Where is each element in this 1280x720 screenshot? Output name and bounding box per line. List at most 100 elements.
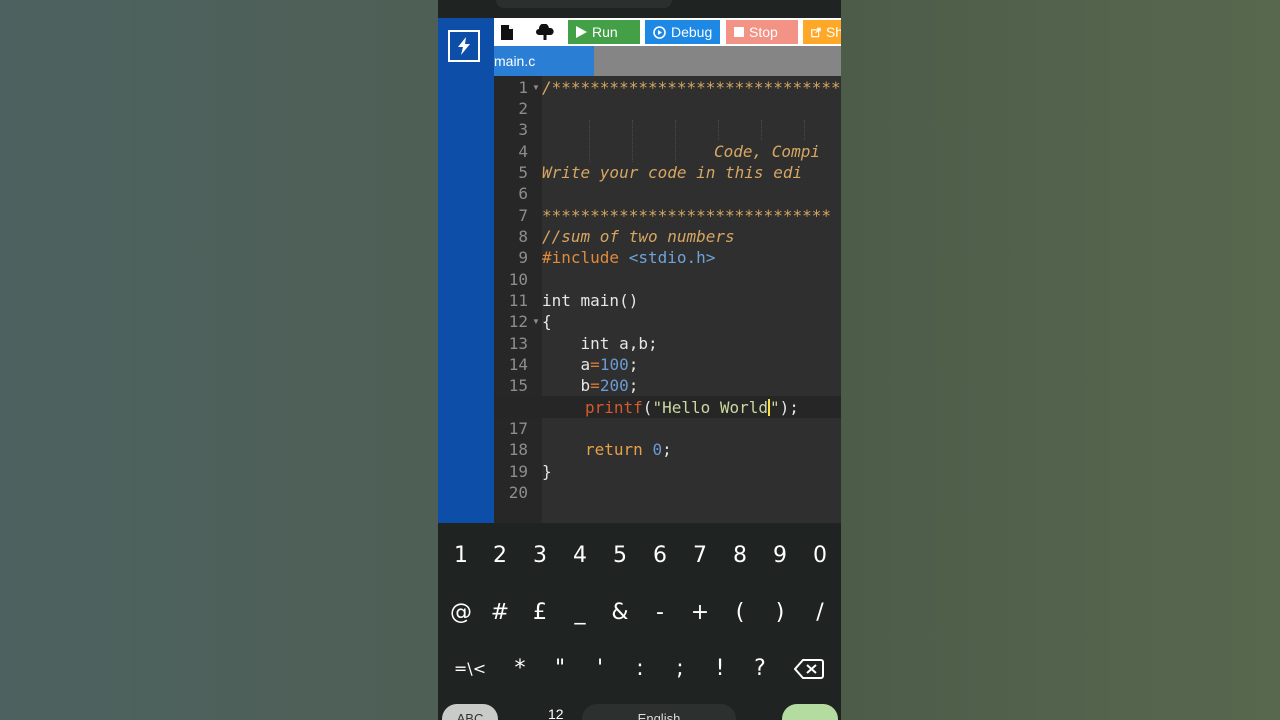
fold-arrow-icon[interactable]: ▼ (532, 83, 540, 92)
key[interactable]: 0 (801, 539, 839, 573)
debug-button[interactable]: Debug (645, 20, 720, 44)
function-token: printf (585, 398, 643, 417)
key[interactable]: / (801, 596, 839, 630)
key[interactable]: 8 (721, 539, 759, 573)
key[interactable]: 1 (442, 539, 480, 573)
line-number-gutter: 1 ▼ 2 3 4 5 6 7 8 9 10 11 12 ▼ 13 14 15 … (494, 76, 542, 523)
line-number: 3 (518, 120, 528, 139)
line-number: 20 (508, 483, 528, 502)
line-number: 15 (508, 376, 528, 395)
key[interactable]: _ (561, 596, 599, 630)
background-left (0, 0, 438, 720)
punct-token: ; (628, 355, 639, 374)
number-token: 100 (599, 355, 629, 374)
upload-icon[interactable] (532, 21, 558, 43)
space-key[interactable]: English (582, 704, 736, 720)
keyword-token: return (585, 440, 643, 459)
punct-token: ( (642, 398, 653, 417)
share-icon (811, 27, 821, 37)
code-area[interactable]: /****************************** Code, Co… (542, 76, 841, 523)
key[interactable]: 7 (681, 539, 719, 573)
line-number: 19 (508, 462, 528, 481)
debug-play-circle-icon (653, 25, 666, 39)
key[interactable]: ! (701, 652, 739, 686)
code-line: } (542, 462, 552, 481)
code-line: Code, Compi (714, 142, 820, 161)
code-line: Write your code in this edi (542, 163, 803, 182)
indent-guide (675, 120, 676, 162)
indent-guide (804, 120, 805, 140)
run-label: Run (592, 24, 618, 40)
line-number: 12 (508, 312, 528, 331)
key[interactable]: @ (442, 596, 480, 630)
code-line-active: printf("Hello World "); (585, 397, 799, 418)
key[interactable]: ; (661, 652, 699, 686)
line-number: 7 (518, 206, 528, 225)
identifier-token: a (542, 355, 591, 374)
toolbar: Run Debug Stop Sh (494, 18, 841, 46)
indent-guide (632, 120, 633, 162)
left-rail (438, 18, 494, 523)
code-line: int main() (542, 291, 639, 310)
punct-token: ; (662, 440, 672, 459)
key[interactable]: 5 (601, 539, 639, 573)
line-number: 14 (508, 355, 528, 374)
code-line: { (542, 312, 552, 331)
key[interactable]: + (681, 596, 719, 630)
run-button[interactable]: Run (568, 20, 640, 44)
abc-key-label: ABC (456, 711, 484, 720)
key[interactable]: 4 (561, 539, 599, 573)
key[interactable]: ( (721, 596, 759, 630)
key[interactable]: & (601, 596, 639, 630)
key[interactable]: - (641, 596, 679, 630)
code-line: b=200; (542, 375, 639, 396)
key[interactable]: 3 (521, 539, 559, 573)
numpad-key[interactable]: 12 (548, 706, 564, 720)
stop-label: Stop (749, 24, 778, 40)
key[interactable]: * (501, 652, 539, 686)
tab-bar: main.c (494, 46, 841, 76)
key[interactable]: : (621, 652, 659, 686)
stop-button[interactable]: Stop (726, 20, 798, 44)
new-file-icon[interactable] (494, 21, 520, 43)
tab-main-c[interactable]: main.c (494, 46, 594, 76)
indent-guide (718, 120, 719, 140)
key[interactable]: ' (581, 652, 619, 686)
line-number: 2 (518, 99, 528, 118)
lightning-logo-icon[interactable] (448, 30, 480, 62)
enter-key[interactable] (782, 704, 838, 720)
line-number: 5 (518, 163, 528, 182)
operator-token: = (590, 355, 600, 374)
debug-label: Debug (671, 24, 713, 40)
fold-arrow-icon[interactable]: ▼ (532, 317, 540, 326)
line-number: 8 (518, 227, 528, 246)
operator-token: = (590, 376, 600, 395)
key[interactable]: ) (761, 596, 799, 630)
string-token: " (770, 398, 780, 417)
key[interactable]: £ (521, 596, 559, 630)
include-path-token: <stdio.h> (628, 248, 716, 267)
number-token: 200 (599, 376, 629, 395)
key[interactable]: # (481, 596, 519, 630)
abc-key[interactable]: ABC (442, 704, 498, 720)
identifier-token: b (542, 376, 591, 395)
number-token: 0 (652, 440, 663, 459)
key[interactable]: 6 (641, 539, 679, 573)
line-number: 17 (508, 419, 528, 438)
key[interactable]: 9 (761, 539, 799, 573)
punct-token: ); (779, 398, 799, 417)
space-key-label: English (637, 711, 681, 720)
key[interactable]: 2 (481, 539, 519, 573)
share-button[interactable]: Sh (803, 20, 841, 44)
line-number: 4 (518, 142, 528, 161)
line-number: 10 (508, 270, 528, 289)
backspace-key[interactable] (790, 652, 828, 686)
line-number: 18 (508, 440, 528, 459)
line-number: 6 (518, 184, 528, 203)
punct-token: ; (628, 376, 639, 395)
key[interactable]: ? (741, 652, 779, 686)
key[interactable]: " (541, 652, 579, 686)
code-editor[interactable]: 1 ▼ 2 3 4 5 6 7 8 9 10 11 12 ▼ 13 14 15 … (494, 76, 841, 523)
share-label: Sh (825, 24, 841, 40)
key-symbols-page[interactable]: =\< (446, 652, 494, 686)
